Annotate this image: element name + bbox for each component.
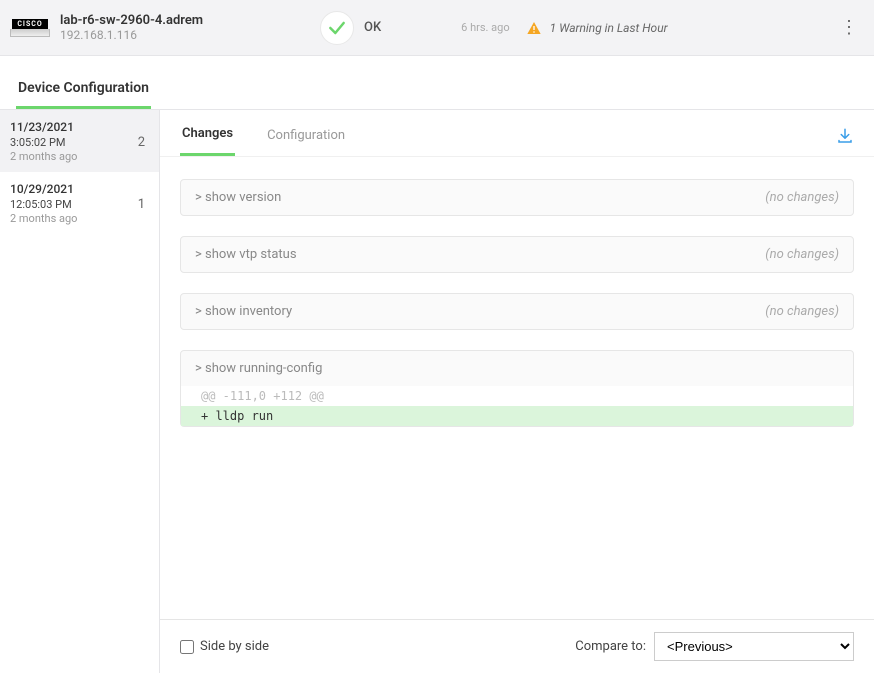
device-header: CISCO lab-r6-sw-2960-4.adrem 192.168.1.1…	[0, 0, 874, 56]
content-tabs: Changes Configuration	[160, 110, 874, 157]
revision-date: 10/29/2021	[10, 182, 77, 198]
revision-sidebar: 11/23/20213:05:02 PM2 months ago210/29/2…	[0, 110, 160, 673]
side-by-side-label: Side by side	[200, 639, 269, 654]
compare-to-label: Compare to:	[575, 639, 646, 654]
device-info: lab-r6-sw-2960-4.adrem 192.168.1.116	[60, 13, 260, 42]
device-icon: CISCO	[10, 14, 50, 42]
tab-changes[interactable]: Changes	[180, 126, 235, 156]
tab-device-configuration[interactable]: Device Configuration	[16, 80, 151, 109]
revision-time: 12:05:03 PM	[10, 198, 77, 212]
revision-change-count: 2	[138, 135, 149, 150]
side-by-side-checkbox[interactable]	[180, 640, 194, 654]
revision-change-count: 1	[138, 197, 149, 212]
command-block[interactable]: > show inventory (no changes)	[180, 293, 854, 330]
warning-icon	[526, 20, 542, 36]
revision-date: 11/23/2021	[10, 120, 77, 136]
command-status: (no changes)	[765, 190, 839, 205]
compare-toolbar: Side by side Compare to: <Previous>	[160, 619, 874, 673]
diff-body: @@ -111,0 +112 @@+ lldp run	[181, 386, 853, 426]
command-prompt: > show inventory	[195, 304, 292, 319]
command-prompt: > show vtp status	[195, 247, 297, 262]
command-prompt: > show version	[195, 190, 281, 205]
compare-to-select[interactable]: <Previous>	[654, 632, 854, 661]
command-status: (no changes)	[765, 247, 839, 262]
diff-added-line: + lldp run	[181, 406, 853, 426]
download-icon[interactable]	[836, 127, 854, 155]
command-prompt: > show running-config	[195, 361, 322, 376]
kebab-menu-icon[interactable]: ⋮	[834, 17, 864, 38]
section-tabs: Device Configuration	[0, 56, 874, 110]
status-segment: OK	[320, 11, 381, 45]
tab-configuration[interactable]: Configuration	[265, 128, 347, 155]
revision-item[interactable]: 11/23/20213:05:02 PM2 months ago 2	[0, 110, 159, 172]
revision-ago: 2 months ago	[10, 150, 77, 164]
status-time: 6 hrs. ago	[461, 21, 509, 34]
status-ok-icon	[320, 11, 354, 45]
command-block[interactable]: > show running-config @@ -111,0 +112 @@+ …	[180, 350, 854, 427]
status-text: OK	[364, 20, 381, 35]
main-panel: Changes Configuration > show version (no …	[160, 110, 874, 673]
revision-time: 3:05:02 PM	[10, 136, 77, 150]
command-status: (no changes)	[765, 304, 839, 319]
device-name: lab-r6-sw-2960-4.adrem	[60, 13, 260, 28]
warning-segment[interactable]: 1 Warning in Last Hour	[526, 20, 668, 36]
warning-text: 1 Warning in Last Hour	[550, 21, 668, 35]
device-ip: 192.168.1.116	[60, 28, 260, 42]
command-block[interactable]: > show vtp status (no changes)	[180, 236, 854, 273]
command-block[interactable]: > show version (no changes)	[180, 179, 854, 216]
side-by-side-toggle[interactable]: Side by side	[180, 639, 269, 654]
revision-ago: 2 months ago	[10, 212, 77, 226]
diff-hunk-header: @@ -111,0 +112 @@	[181, 386, 853, 406]
diff-content: > show version(no changes)> show vtp sta…	[160, 157, 874, 619]
revision-item[interactable]: 10/29/202112:05:03 PM2 months ago 1	[0, 172, 159, 234]
